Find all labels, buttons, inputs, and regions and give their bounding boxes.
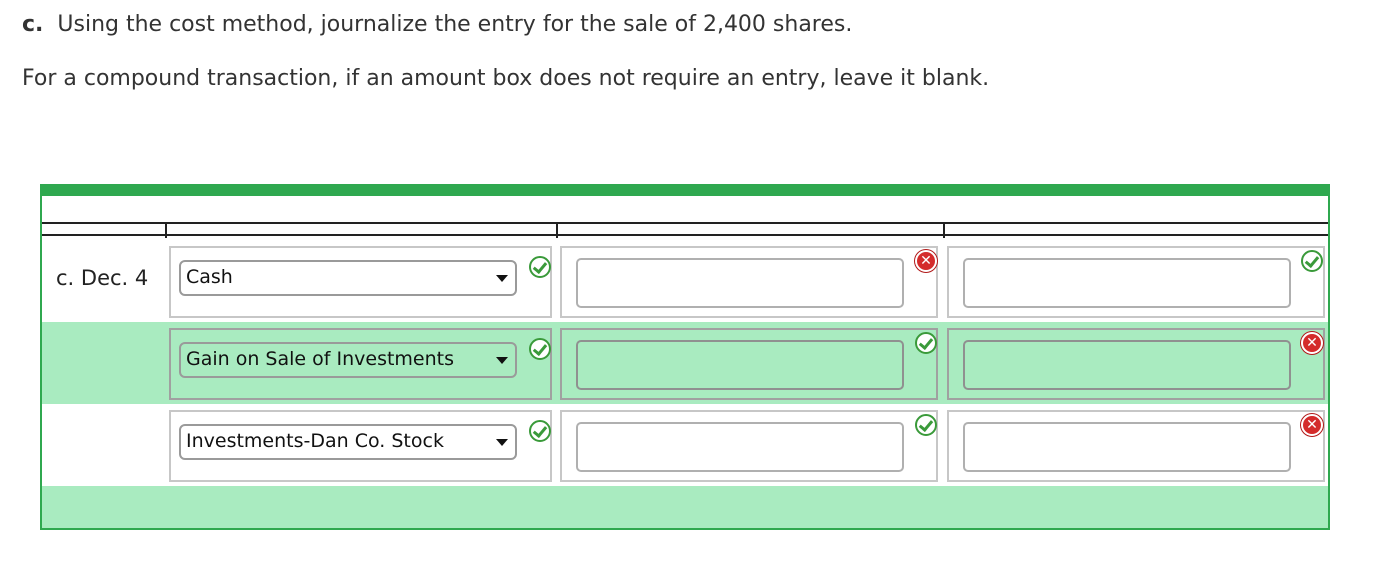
journal-footer-row: [42, 486, 1328, 528]
credit-cell: ✕: [947, 328, 1325, 400]
account-cell: Cash: [169, 246, 552, 318]
debit-amount-input[interactable]: [576, 422, 904, 472]
account-select[interactable]: Gain on Sale of Investments: [179, 342, 517, 378]
account-select-value: Gain on Sale of Investments: [186, 348, 455, 370]
account-select[interactable]: Cash: [179, 260, 517, 296]
account-select-value: Cash: [186, 266, 233, 288]
account-cell: Gain on Sale of Investments: [169, 328, 552, 400]
header-rule: [42, 222, 1328, 224]
journal-row: Gain on Sale of Investments ✕: [42, 322, 1328, 404]
credit-amount-input[interactable]: [963, 422, 1291, 472]
credit-amount-input[interactable]: [963, 340, 1291, 390]
debit-amount-input[interactable]: [576, 258, 904, 308]
column-divider: [165, 224, 167, 238]
account-select-value: Investments-Dan Co. Stock: [186, 430, 444, 452]
chevron-down-icon: [496, 275, 508, 282]
debit-amount-input[interactable]: [576, 340, 904, 390]
correct-check-icon: [915, 332, 937, 354]
debit-cell: [560, 410, 938, 482]
question-title: c. Using the cost method, journalize the …: [22, 12, 852, 37]
question-label: c.: [22, 12, 44, 37]
correct-check-icon: [915, 414, 937, 436]
correct-check-icon: [529, 256, 551, 278]
chevron-down-icon: [496, 357, 508, 364]
correct-check-icon: [529, 420, 551, 442]
table-header-bar: [42, 186, 1328, 196]
correct-check-icon: [1301, 250, 1323, 272]
journal-row: Investments-Dan Co. Stock ✕: [42, 404, 1328, 486]
journal-table: c. Dec. 4 Cash ✕ Gain on Sale of Investm…: [40, 184, 1330, 530]
chevron-down-icon: [496, 439, 508, 446]
entry-date: c. Dec. 4: [56, 266, 149, 290]
question-note: For a compound transaction, if an amount…: [22, 66, 990, 91]
account-cell: Investments-Dan Co. Stock: [169, 410, 552, 482]
credit-amount-input[interactable]: [963, 258, 1291, 308]
account-select[interactable]: Investments-Dan Co. Stock: [179, 424, 517, 460]
header-rule: [42, 234, 1328, 236]
debit-cell: [560, 328, 938, 400]
journal-row: c. Dec. 4 Cash ✕: [42, 240, 1328, 322]
incorrect-x-icon: ✕: [915, 250, 937, 272]
incorrect-x-icon: ✕: [1301, 332, 1323, 354]
column-divider: [943, 224, 945, 238]
credit-cell: ✕: [947, 410, 1325, 482]
debit-cell: ✕: [560, 246, 938, 318]
credit-cell: [947, 246, 1325, 318]
question-text: Using the cost method, journalize the en…: [57, 12, 853, 37]
incorrect-x-icon: ✕: [1301, 414, 1323, 436]
column-divider: [556, 224, 558, 238]
correct-check-icon: [529, 338, 551, 360]
